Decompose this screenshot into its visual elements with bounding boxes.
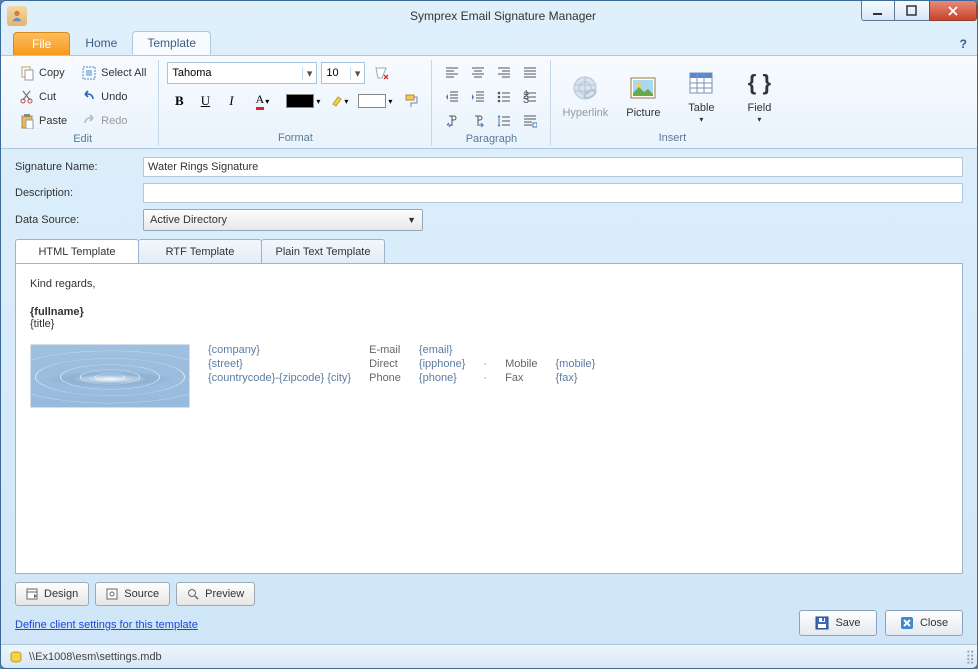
underline-button[interactable]: U xyxy=(193,90,217,112)
indent-button[interactable] xyxy=(466,86,490,108)
group-insert: Hyperlink Picture Table▾ { } Field▾ Inse… xyxy=(551,60,793,146)
cut-icon xyxy=(19,89,35,105)
svg-text:3: 3 xyxy=(523,94,529,104)
selectall-icon xyxy=(81,65,97,81)
close-button[interactable]: Close xyxy=(885,610,963,636)
redo-icon xyxy=(81,113,97,129)
table-icon xyxy=(685,67,717,99)
clearformat-button[interactable] xyxy=(369,62,393,84)
file-tab[interactable]: File xyxy=(13,32,70,55)
client-settings-link[interactable]: Define client settings for this template xyxy=(15,619,198,631)
paste-button[interactable]: Paste xyxy=(15,110,71,132)
picture-icon xyxy=(627,72,659,104)
paste-icon xyxy=(19,113,35,129)
linespacing-button[interactable] xyxy=(492,110,516,132)
editor[interactable]: Kind regards, {fullname} {title} {compan… xyxy=(16,264,962,573)
field-button[interactable]: { } Field▾ xyxy=(733,62,785,128)
editor-container: Kind regards, {fullname} {title} {compan… xyxy=(15,263,963,574)
ribbon: Copy Cut Paste Select All Undo Redo Edit… xyxy=(1,55,977,149)
client-settings-link-row: Define client settings for this template xyxy=(15,619,785,631)
datasource-dropdown[interactable]: Active Directory▼ xyxy=(143,209,423,231)
regards-text: Kind regards, xyxy=(30,278,948,290)
cut-button[interactable]: Cut xyxy=(15,86,71,108)
align-left-button[interactable] xyxy=(440,62,464,84)
resize-grip[interactable]: ⣿ xyxy=(965,649,973,665)
plain-template-tab[interactable]: Plain Text Template xyxy=(261,239,385,263)
redo-button[interactable]: Redo xyxy=(77,110,150,132)
signame-label: Signature Name: xyxy=(15,161,135,173)
group-edit: Copy Cut Paste Select All Undo Redo Edit xyxy=(7,60,159,146)
company-field: {company} xyxy=(208,344,351,356)
undo-button[interactable]: Undo xyxy=(77,86,150,108)
signature-image xyxy=(30,344,190,408)
hyperlink-icon xyxy=(569,72,601,104)
save-button[interactable]: Save xyxy=(799,610,877,636)
copy-icon xyxy=(19,65,35,81)
selectall-button[interactable]: Select All xyxy=(77,62,150,84)
statusbar: \\Ex1008\esm\settings.mdb ⣿ xyxy=(1,644,977,668)
size-combo[interactable]: 10▾ xyxy=(321,62,365,84)
rtf-template-tab[interactable]: RTF Template xyxy=(138,239,262,263)
form-area: Signature Name: Water Rings Signature De… xyxy=(1,149,977,237)
picture-button[interactable]: Picture xyxy=(617,62,669,128)
ltr-button[interactable] xyxy=(440,110,464,132)
help-icon[interactable]: ? xyxy=(960,37,967,51)
align-right-button[interactable] xyxy=(492,62,516,84)
template-tab[interactable]: Template xyxy=(132,31,211,55)
hyperlink-button[interactable]: Hyperlink xyxy=(559,62,611,128)
status-path: \\Ex1008\esm\settings.mdb xyxy=(29,651,162,663)
table-button[interactable]: Table▾ xyxy=(675,62,727,128)
app-icon xyxy=(7,6,27,26)
fillcolor-button[interactable]: ▾ xyxy=(353,90,397,112)
fullname-field: {fullname} xyxy=(30,306,948,318)
undo-icon xyxy=(81,89,97,105)
italic-button[interactable]: I xyxy=(219,90,243,112)
desc-input[interactable] xyxy=(143,183,963,203)
field-icon: { } xyxy=(743,67,775,99)
rtl-button[interactable] xyxy=(466,110,490,132)
paragraph-dialog-button[interactable] xyxy=(518,110,542,132)
close-window-button[interactable] xyxy=(929,1,977,21)
bullets-button[interactable] xyxy=(492,86,516,108)
fontcolor-button[interactable]: A▾ xyxy=(245,90,279,112)
bold-button[interactable]: B xyxy=(167,90,191,112)
db-icon xyxy=(9,650,23,664)
align-center-button[interactable] xyxy=(466,62,490,84)
backcolor-button[interactable]: ▾ xyxy=(281,90,325,112)
group-format: Tahoma▾ 10▾ B U I A▾ ▾ ▾ ▾ Format xyxy=(159,60,432,146)
source-mode-button[interactable]: Source xyxy=(95,582,170,606)
maximize-button[interactable] xyxy=(895,1,929,21)
app-window: Symprex Email Signature Manager File Hom… xyxy=(0,0,978,669)
title-field: {title} xyxy=(30,318,948,330)
window-title: Symprex Email Signature Manager xyxy=(33,9,973,23)
font-combo[interactable]: Tahoma▾ xyxy=(167,62,317,84)
minimize-button[interactable] xyxy=(861,1,895,21)
titlebar: Symprex Email Signature Manager xyxy=(1,1,977,31)
design-mode-button[interactable]: Design xyxy=(15,582,89,606)
cityline-field: {countrycode}-{zipcode} {city} xyxy=(208,372,351,384)
align-justify-button[interactable] xyxy=(518,62,542,84)
datasource-label: Data Source: xyxy=(15,214,135,226)
ribbon-tabbar: File Home Template ? xyxy=(1,31,977,55)
desc-label: Description: xyxy=(15,187,135,199)
highlight-button[interactable]: ▾ xyxy=(327,90,351,112)
signame-input[interactable]: Water Rings Signature xyxy=(143,157,963,177)
group-paragraph: 123 Paragraph xyxy=(432,60,551,146)
street-field: {street} xyxy=(208,358,351,370)
doc-tabs: HTML Template RTF Template Plain Text Te… xyxy=(15,239,963,263)
design-bar: Design Source Preview xyxy=(15,582,963,606)
copy-button[interactable]: Copy xyxy=(15,62,71,84)
home-tab[interactable]: Home xyxy=(70,31,132,55)
formatpainter-button[interactable] xyxy=(399,90,423,112)
numbering-button[interactable]: 123 xyxy=(518,86,542,108)
outdent-button[interactable] xyxy=(440,86,464,108)
preview-mode-button[interactable]: Preview xyxy=(176,582,255,606)
html-template-tab[interactable]: HTML Template xyxy=(15,239,139,263)
